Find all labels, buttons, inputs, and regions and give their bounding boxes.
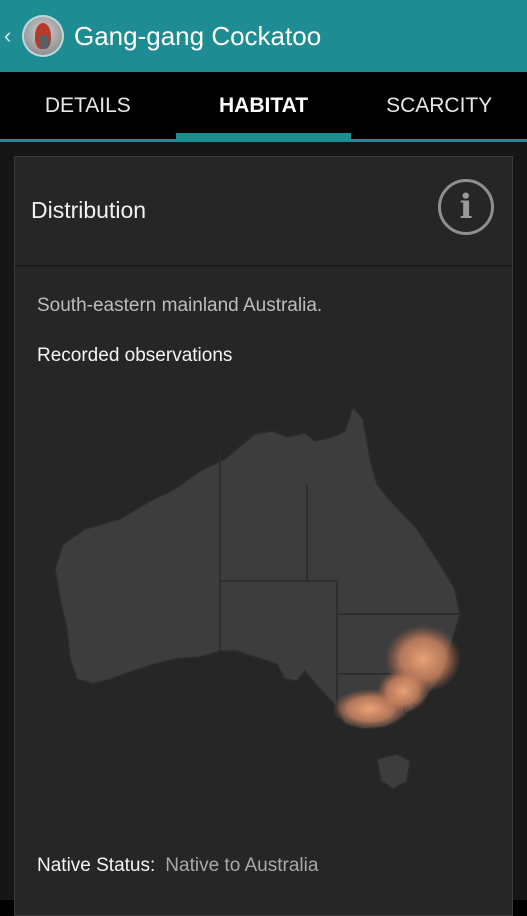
tab-habitat[interactable]: HABITAT <box>175 72 352 142</box>
content-area: Distribution i South-eastern mainland Au… <box>0 142 527 916</box>
distribution-description: South-eastern mainland Australia. <box>37 295 323 316</box>
tab-details[interactable]: DETAILS <box>0 72 176 139</box>
app-avatar-icon[interactable] <box>22 15 64 57</box>
chevron-left-icon[interactable]: ‹ <box>4 23 18 49</box>
card-header: Distribution i <box>15 157 512 267</box>
card-title: Distribution <box>31 197 147 223</box>
tab-scarcity[interactable]: SCARCITY <box>351 72 527 139</box>
native-status: Native Status: Native to Australia <box>37 855 318 877</box>
distribution-card: Distribution i South-eastern mainland Au… <box>14 156 513 916</box>
observations-map[interactable] <box>15 389 514 809</box>
page-title: Gang-gang Cockatoo <box>74 20 322 51</box>
native-status-label: Native Status: <box>37 855 156 876</box>
tab-bar: DETAILS HABITAT SCARCITY <box>0 72 527 142</box>
native-status-value: Native to Australia <box>165 855 319 876</box>
info-icon[interactable]: i <box>438 179 494 235</box>
tasmania <box>376 753 411 790</box>
observation-area-south <box>377 669 429 713</box>
observations-label: Recorded observations <box>37 345 233 366</box>
action-bar: ‹ Gang-gang Cockatoo <box>0 0 527 72</box>
